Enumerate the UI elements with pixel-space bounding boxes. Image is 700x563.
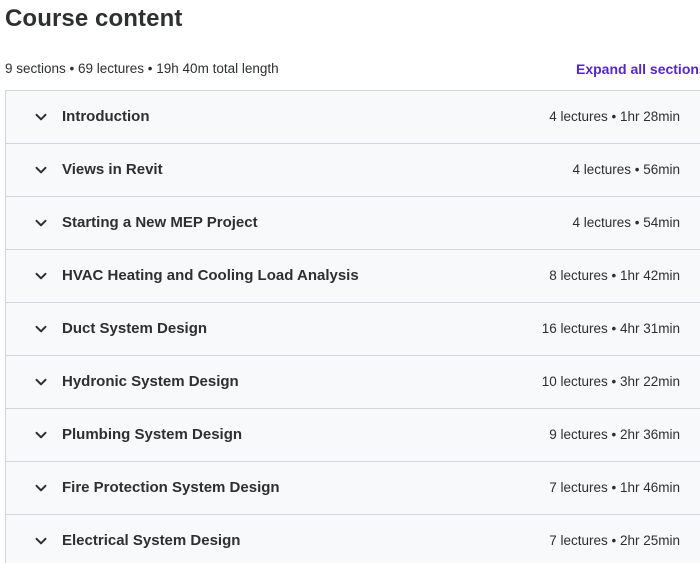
chevron-down-icon[interactable]: [35, 270, 47, 282]
section-row[interactable]: Duct System Design 16 lectures • 4hr 31mi…: [5, 303, 700, 356]
section-meta: 16 lectures • 4hr 31min: [541, 321, 680, 336]
course-summary-bar: 9 sections • 69 lectures • 19h 40m total…: [5, 61, 700, 79]
section-meta: 7 lectures • 1hr 46min: [549, 480, 680, 495]
section-title: Electrical System Design: [62, 532, 241, 549]
chevron-down-icon[interactable]: [35, 429, 47, 441]
section-row[interactable]: Electrical System Design 7 lectures • 2hr…: [5, 515, 700, 563]
section-meta: 4 lectures • 54min: [572, 215, 680, 230]
page-title: Course content: [5, 5, 183, 32]
chevron-down-icon[interactable]: [35, 535, 47, 547]
section-meta: 10 lectures • 3hr 22min: [541, 374, 680, 389]
section-meta: 8 lectures • 1hr 42min: [549, 268, 680, 283]
section-title: Fire Protection System Design: [62, 479, 280, 496]
course-summary: 9 sections • 69 lectures • 19h 40m total…: [5, 61, 279, 76]
section-title: Duct System Design: [62, 320, 208, 337]
section-title: Introduction: [62, 108, 150, 125]
section-title: Plumbing System Design: [62, 426, 243, 443]
section-row[interactable]: Fire Protection System Design 7 lectures …: [5, 462, 700, 515]
chevron-down-icon[interactable]: [35, 111, 47, 123]
section-title: Hydronic System Design: [62, 373, 239, 390]
section-row[interactable]: Hydronic System Design 10 lectures • 3hr …: [5, 356, 700, 409]
section-title: HVAC Heating and Cooling Load Analysis: [62, 267, 359, 284]
section-row[interactable]: Plumbing System Design 9 lectures • 2hr 3…: [5, 409, 700, 462]
section-meta: 4 lectures • 56min: [572, 162, 680, 177]
section-meta: 4 lectures • 1hr 28min: [549, 109, 680, 124]
section-row[interactable]: Introduction 4 lectures • 1hr 28min: [5, 91, 700, 144]
section-title: Starting a New MEP Project: [62, 214, 258, 231]
chevron-down-icon[interactable]: [35, 323, 47, 335]
chevron-down-icon[interactable]: [35, 217, 47, 229]
section-meta: 7 lectures • 2hr 25min: [549, 533, 680, 548]
section-title: Views in Revit: [62, 161, 163, 178]
chevron-down-icon[interactable]: [35, 164, 47, 176]
expand-all-sections-button[interactable]: Expand all sections: [576, 61, 700, 77]
section-row[interactable]: Views in Revit 4 lectures • 56min: [5, 144, 700, 197]
section-meta: 9 lectures • 2hr 36min: [549, 427, 680, 442]
section-row[interactable]: Starting a New MEP Project 4 lectures • 5…: [5, 197, 700, 250]
section-row[interactable]: HVAC Heating and Cooling Load Analysis 8 …: [5, 250, 700, 303]
chevron-down-icon[interactable]: [35, 376, 47, 388]
chevron-down-icon[interactable]: [35, 482, 47, 494]
section-list: Introduction 4 lectures • 1hr 28min Views …: [5, 90, 700, 563]
